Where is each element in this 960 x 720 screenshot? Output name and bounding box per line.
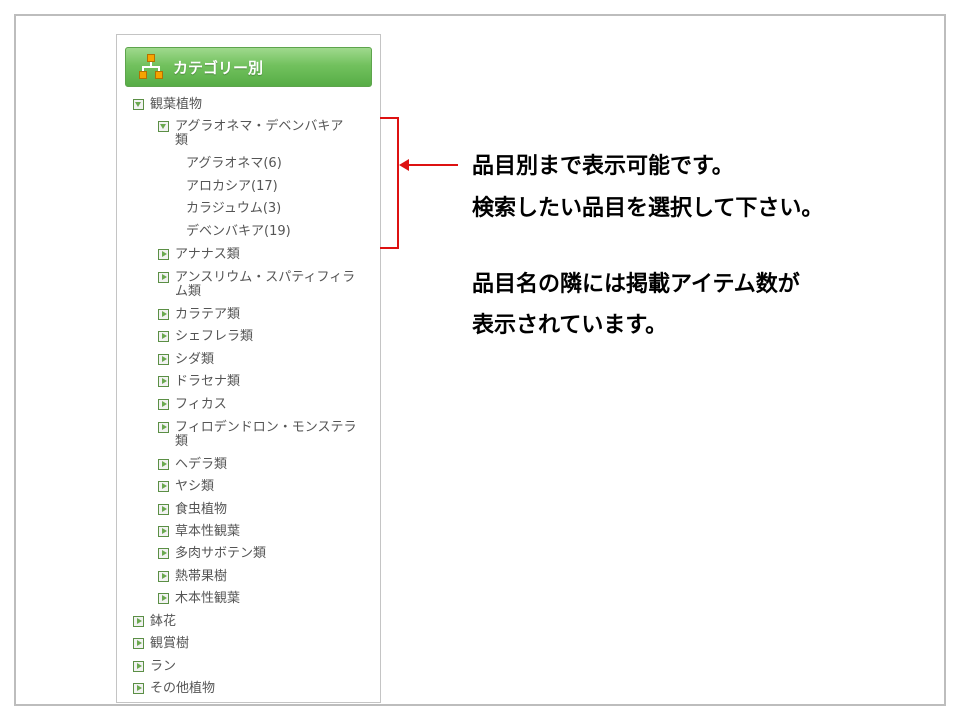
annotation-line-4: 表示されています。 — [472, 313, 668, 338]
expand-toggle-icon[interactable] — [158, 249, 169, 260]
expand-toggle-icon[interactable] — [158, 399, 169, 410]
category-header-title: カテゴリー別 — [173, 58, 264, 77]
expand-toggle-icon[interactable] — [158, 422, 169, 433]
category-header: カテゴリー別 — [125, 47, 372, 87]
tree-item-succulent[interactable]: 多肉サボテン類 — [158, 547, 266, 561]
expand-toggle-icon[interactable] — [158, 571, 169, 582]
tree-item-hedera[interactable]: ヘデラ類 — [158, 458, 227, 472]
category-tree-icon — [138, 54, 164, 80]
expand-toggle-icon[interactable] — [158, 593, 169, 604]
annotation-line-1: 品目別まで表示可能です。 — [472, 154, 734, 179]
expand-toggle-icon[interactable] — [133, 616, 144, 627]
tree-item-potted-flower[interactable]: 鉢花 — [133, 615, 176, 629]
tree-item-orchid[interactable]: ラン — [133, 660, 176, 674]
tree-item-dracaena[interactable]: ドラセナ類 — [158, 375, 240, 389]
expand-toggle-icon[interactable] — [158, 481, 169, 492]
expand-toggle-icon[interactable] — [133, 638, 144, 649]
tree-item-herbaceous[interactable]: 草本性観葉 — [158, 525, 240, 539]
expand-toggle-icon[interactable] — [158, 459, 169, 470]
tree-item-ornamental-tree[interactable]: 観賞樹 — [133, 637, 189, 651]
callout-arrow-line — [408, 164, 458, 166]
tree-item-anthurium[interactable]: アンスリウム・スパティフィラ ム類 — [158, 271, 355, 299]
expand-toggle-icon[interactable] — [158, 272, 169, 283]
tree-item-calathea[interactable]: カラテア類 — [158, 308, 240, 322]
expand-toggle-icon[interactable] — [158, 526, 169, 537]
tree-item-schefflera[interactable]: シェフレラ類 — [158, 330, 253, 344]
tree-leaf-alocasia[interactable]: アロカシア(17) — [186, 180, 278, 194]
expand-toggle-icon[interactable] — [158, 376, 169, 387]
tree-item-aglaonema-dieffenbachia[interactable]: アグラオネマ・デベンバキア 類 — [158, 120, 343, 148]
tree-leaf-caladium[interactable]: カラジュウム(3) — [186, 202, 281, 216]
tree-item-ficus[interactable]: フィカス — [158, 398, 227, 412]
tree-item-philodendron[interactable]: フィロデンドロン・モンステラ 類 — [158, 421, 356, 449]
tree-item-palm[interactable]: ヤシ類 — [158, 480, 214, 494]
callout-arrow-icon — [399, 159, 409, 171]
expand-toggle-icon[interactable] — [158, 504, 169, 515]
expand-toggle-icon[interactable] — [158, 309, 169, 320]
tree-item-other-plants[interactable]: その他植物 — [133, 682, 215, 696]
tree-item-tropical-fruit[interactable]: 熱帯果樹 — [158, 570, 227, 584]
annotation-line-3: 品目名の隣には掲載アイテム数が — [472, 272, 800, 297]
expand-toggle-icon[interactable] — [133, 683, 144, 694]
tree-leaf-aglaonema[interactable]: アグラオネマ(6) — [186, 157, 282, 171]
tree-item-woody[interactable]: 木本性観葉 — [158, 592, 240, 606]
expand-toggle-icon[interactable] — [158, 331, 169, 342]
expand-toggle-icon[interactable] — [158, 354, 169, 365]
tree-item-ananas[interactable]: アナナス類 — [158, 248, 240, 262]
tree-leaf-dieffenbachia[interactable]: デベンバキア(19) — [186, 225, 291, 239]
collapse-toggle-icon[interactable] — [133, 99, 144, 110]
collapse-toggle-icon[interactable] — [158, 121, 169, 132]
expand-toggle-icon[interactable] — [133, 661, 144, 672]
annotation-line-2: 検索したい品目を選択して下さい。 — [472, 196, 824, 221]
expand-toggle-icon[interactable] — [158, 548, 169, 559]
tree-item-kanyo[interactable]: 観葉植物 — [133, 98, 202, 112]
callout-bracket — [380, 117, 399, 249]
tree-item-carnivorous[interactable]: 食虫植物 — [158, 503, 227, 517]
tree-item-fern[interactable]: シダ類 — [158, 353, 214, 367]
